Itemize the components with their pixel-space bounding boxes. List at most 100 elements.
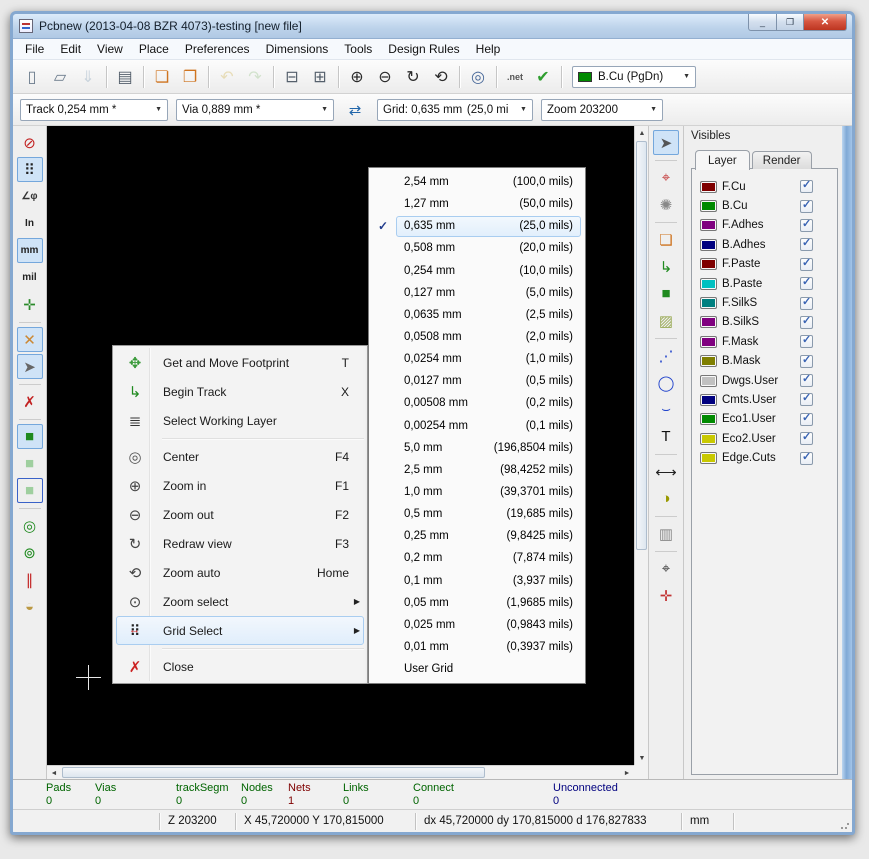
grid-option[interactable]: ✓ 0,0635 mm (2,5 mils) [370, 304, 584, 326]
layer-color-swatch[interactable] [700, 355, 717, 367]
scroll-up-icon[interactable]: ▲ [635, 126, 649, 140]
canvas-horizontal-scrollbar[interactable]: ◄ ► [47, 765, 634, 779]
toolbar-button[interactable]: ∥ [17, 567, 43, 592]
layer-row[interactable]: Edge.Cuts ✓ [700, 448, 835, 467]
layer-color-swatch[interactable] [700, 278, 717, 290]
grid-option[interactable]: ✓ 0,25 mm (9,8425 mils) [370, 525, 584, 547]
layer-visible-checkbox[interactable]: ✓ [800, 355, 813, 368]
toolbar-button[interactable]: ✗ [17, 389, 43, 414]
context-menu-item[interactable]: ⊖ Zoom out F2 ▶ [116, 500, 364, 529]
context-menu-item[interactable]: ⟲ Zoom auto Home ▶ [116, 558, 364, 587]
toolbar-button[interactable]: ◒ [17, 594, 43, 619]
layer-row[interactable]: F.Mask ✓ [700, 332, 835, 351]
auto-track-width-icon[interactable]: ⇄ [342, 97, 368, 123]
menubar-item[interactable]: Preferences [177, 40, 258, 58]
toolbar-button[interactable]: ◯ [653, 370, 679, 395]
grid-option[interactable]: ✓ 0,1 mm (3,937 mils) [370, 570, 584, 592]
layer-row[interactable]: Eco2.User ✓ [700, 429, 835, 448]
grid-option[interactable]: ✓ 5,0 mm (196,8504 mils) [370, 437, 584, 459]
toolbar-button[interactable]: ⇓ [75, 64, 101, 90]
layer-visible-checkbox[interactable]: ✓ [800, 452, 813, 465]
layer-visible-checkbox[interactable]: ✓ [800, 413, 813, 426]
layer-color-swatch[interactable] [700, 239, 717, 251]
layer-color-swatch[interactable] [700, 316, 717, 328]
grid-option[interactable]: ✓ 0,0254 mm (1,0 mils) [370, 348, 584, 370]
layer-row[interactable]: F.Adhes ✓ [700, 216, 835, 235]
via-size-dropdown[interactable]: Via 0,889 mm * ▼ [176, 99, 334, 121]
menubar-item[interactable]: Help [468, 40, 509, 58]
layer-color-swatch[interactable] [700, 452, 717, 464]
layer-row[interactable]: Cmts.User ✓ [700, 390, 835, 409]
toolbar-button[interactable]: ⊘ [17, 130, 43, 155]
layer-color-swatch[interactable] [700, 200, 717, 212]
menubar-item[interactable]: Edit [52, 40, 89, 58]
track-width-dropdown[interactable]: Track 0,254 mm * ▼ [20, 99, 168, 121]
layer-row[interactable]: Dwgs.User ✓ [700, 371, 835, 390]
context-menu-item[interactable]: ↳ Begin Track X ▶ [116, 377, 364, 406]
layer-row[interactable]: B.Paste ✓ [700, 274, 835, 293]
menubar-item[interactable]: Tools [336, 40, 380, 58]
layer-color-swatch[interactable] [700, 394, 717, 406]
toolbar-button[interactable]: ⌖ [653, 165, 679, 190]
toolbar-button[interactable]: ⟲ [428, 64, 454, 90]
toolbar-button[interactable]: ▥ [653, 521, 679, 546]
scroll-left-icon[interactable]: ◄ [47, 766, 61, 780]
context-menu-item[interactable]: ◎ Center F4 ▶ [116, 442, 364, 471]
grid-option[interactable]: ✓ 0,5 mm (19,685 mils) [370, 503, 584, 525]
toolbar-button[interactable]: ■ [653, 281, 679, 306]
layer-color-swatch[interactable] [700, 181, 717, 193]
toolbar-button[interactable]: mm [17, 238, 43, 263]
layer-visible-checkbox[interactable]: ✓ [800, 297, 813, 310]
context-menu-item[interactable]: ⊕ Zoom in F1 ▶ [116, 471, 364, 500]
layer-visible-checkbox[interactable]: ✓ [800, 432, 813, 445]
toolbar-button[interactable]: ➤ [17, 354, 43, 379]
layer-row[interactable]: B.Mask ✓ [700, 352, 835, 371]
toolbar-button[interactable]: ◑ [653, 486, 679, 511]
title-bar[interactable]: Pcbnew (2013-04-08 BZR 4073)-testing [ne… [13, 14, 852, 39]
layer-visible-checkbox[interactable]: ✓ [800, 258, 813, 271]
toolbar-button[interactable]: mil [17, 265, 43, 290]
toolbar-button[interactable]: ✕ [17, 327, 43, 352]
menubar-item[interactable]: File [17, 40, 52, 58]
grid-option[interactable]: ✓ User Grid [370, 658, 584, 680]
zoom-dropdown[interactable]: Zoom 203200 ▼ [541, 99, 663, 121]
toolbar-button[interactable]: ⊚ [17, 540, 43, 565]
grid-option[interactable]: ✓ 0,127 mm (5,0 mils) [370, 282, 584, 304]
layers-panel-tab[interactable]: Render [752, 151, 812, 169]
grid-option[interactable]: ✓ 0,0127 mm (0,5 mils) [370, 370, 584, 392]
toolbar-button[interactable]: ↻ [400, 64, 426, 90]
toolbar-button[interactable]: ❐ [177, 64, 203, 90]
layer-row[interactable]: F.Cu ✓ [700, 177, 835, 196]
grid-size-dropdown[interactable]: Grid: 0,635 mm (25,0 mi ▼ [377, 99, 533, 121]
toolbar-button[interactable]: ⟷ [653, 459, 679, 484]
layer-row[interactable]: F.Paste ✓ [700, 255, 835, 274]
context-menu-item[interactable]: ⊙ Zoom select ▶ [116, 587, 364, 616]
context-menu-item[interactable]: ↻ Redraw view F3 ▶ [116, 529, 364, 558]
grid-option[interactable]: ✓ 0,2 mm (7,874 mils) [370, 547, 584, 569]
layer-color-swatch[interactable] [700, 413, 717, 425]
active-layer-dropdown[interactable]: B.Cu (PgDn) ▼ [572, 66, 696, 88]
context-menu-item[interactable]: ✥ Get and Move Footprint T ▶ [116, 348, 364, 377]
toolbar-button[interactable]: ◎ [17, 513, 43, 538]
toolbar-button[interactable]: ✛ [17, 292, 43, 317]
grid-option[interactable]: ✓ 0,05 mm (1,9685 mils) [370, 592, 584, 614]
toolbar-button[interactable]: In [17, 211, 43, 236]
toolbar-button[interactable]: ▤ [112, 64, 138, 90]
grid-option[interactable]: ✓ 2,54 mm (100,0 mils) [370, 171, 584, 193]
grid-option[interactable]: ✓ 0,00254 mm (0,1 mils) [370, 415, 584, 437]
layer-row[interactable]: B.SilkS ✓ [700, 313, 835, 332]
layer-row[interactable]: F.SilkS ✓ [700, 293, 835, 312]
context-menu-item[interactable]: ⠿ ↔ Grid Select ▶ [116, 616, 364, 645]
grid-option[interactable]: ✓ 0,00508 mm (0,2 mils) [370, 392, 584, 414]
toolbar-button[interactable]: ⊖ [372, 64, 398, 90]
toolbar-button[interactable]: ■ [17, 478, 43, 503]
layer-visible-checkbox[interactable]: ✓ [800, 335, 813, 348]
toolbar-button[interactable]: ■ [17, 424, 43, 449]
grid-option[interactable]: ✓ 0,01 mm (0,3937 mils) [370, 636, 584, 658]
toolbar-button[interactable]: ➤ [653, 130, 679, 155]
layer-visible-checkbox[interactable]: ✓ [800, 316, 813, 329]
layer-visible-checkbox[interactable]: ✓ [800, 219, 813, 232]
toolbar-button[interactable]: T [653, 424, 679, 449]
menubar-item[interactable]: View [89, 40, 131, 58]
toolbar-button[interactable]: ↳ [653, 254, 679, 279]
